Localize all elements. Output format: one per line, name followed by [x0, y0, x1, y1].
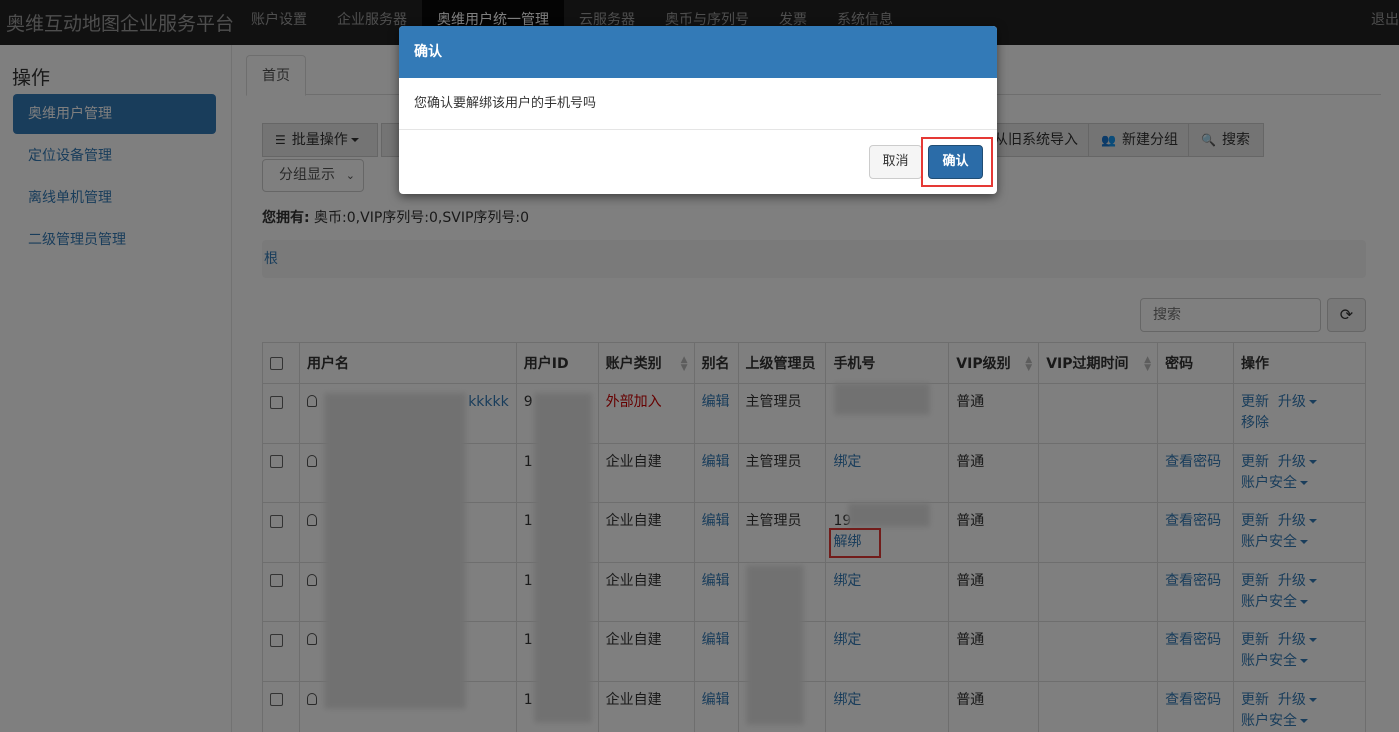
dialog-message: 您确认要解绑该用户的手机号吗	[399, 78, 997, 130]
cancel-button[interactable]: 取消	[869, 145, 922, 179]
confirm-highlight	[921, 137, 993, 187]
confirm-dialog: 确认 您确认要解绑该用户的手机号吗 取消 确认	[399, 26, 997, 194]
dialog-title: 确认	[399, 26, 997, 78]
